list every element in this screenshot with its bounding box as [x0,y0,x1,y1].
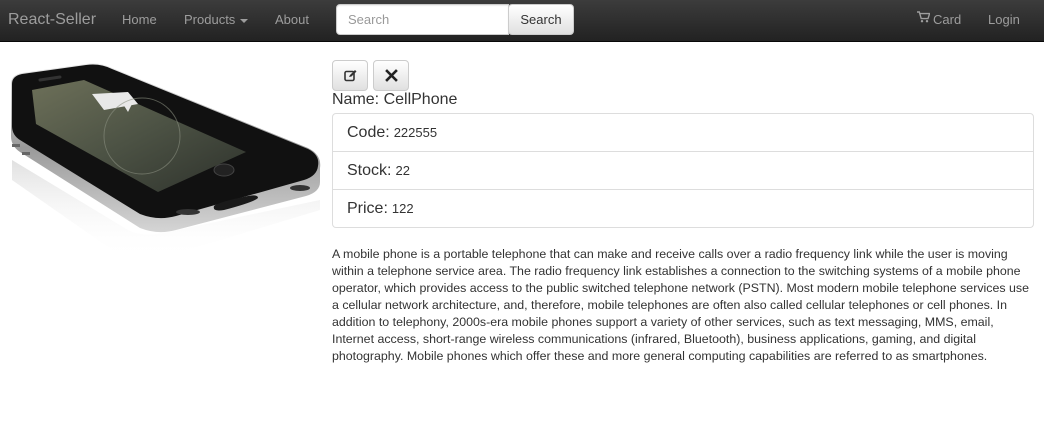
nav-products-label: Products [184,12,236,27]
product-description: A mobile phone is a portable telephone t… [332,247,1029,363]
brand-link[interactable]: React-Seller [8,11,96,29]
shopping-cart-icon [917,11,930,23]
code-value: 222555 [393,125,438,140]
code-label: Code: [347,123,390,141]
caret-down-icon [240,18,249,23]
nav-cart-link[interactable]: Card [933,12,961,27]
price-label: Price: [347,199,388,217]
nav-products-dropdown[interactable]: Products [184,12,249,27]
edit-button[interactable] [332,60,368,91]
list-item-code: Code: 222555 [332,113,1034,152]
list-item-price: Price: 122 [332,190,1034,228]
nav-login-link[interactable]: Login [988,12,1020,27]
product-details-list: Code: 222555 Stock: 22 Price: 122 [332,113,1034,228]
list-item-stock: Stock: 22 [332,152,1034,190]
price-value: 122 [391,201,414,216]
stock-value: 22 [395,163,410,178]
product-image [11,63,321,260]
close-icon [385,69,398,82]
stock-label: Stock: [347,161,392,179]
navbar: React-Seller Home Products About Search … [0,0,1044,42]
nav-about-link[interactable]: About [275,12,309,27]
product-name: Name: CellPhone [332,91,458,108]
nav-home-link[interactable]: Home [122,12,157,27]
search-button[interactable]: Search [508,4,574,35]
edit-icon [344,70,357,82]
delete-button[interactable] [373,60,409,91]
search-input[interactable] [336,4,509,35]
